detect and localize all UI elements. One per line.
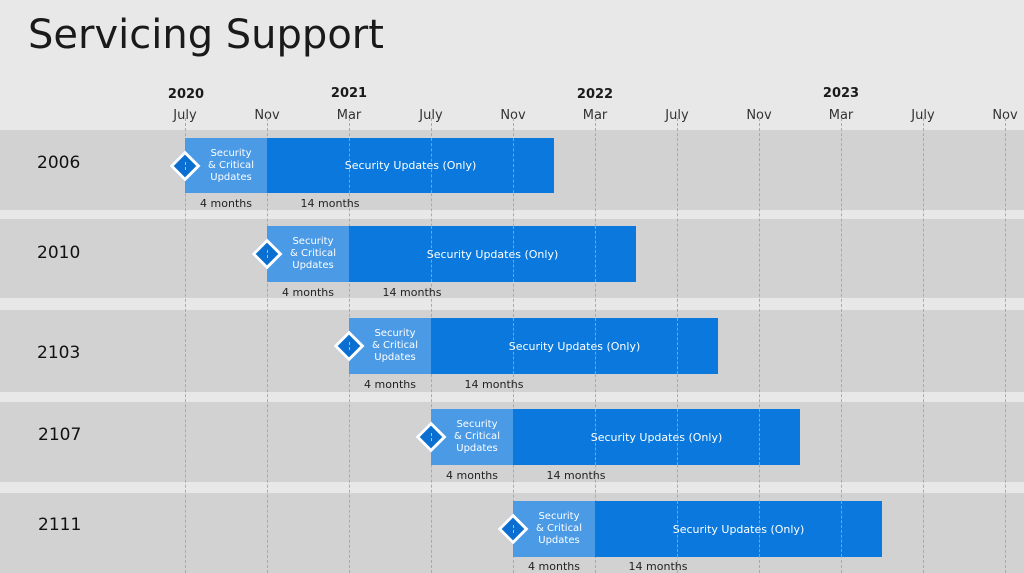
bar-gridline bbox=[677, 501, 678, 557]
duration-label: 4 months bbox=[446, 469, 498, 482]
phase-label: Security Updates (Only) bbox=[426, 247, 559, 261]
bar-gridline bbox=[677, 409, 678, 465]
duration-label: 14 months bbox=[382, 286, 442, 299]
phase-label: Security & Critical Updates bbox=[362, 328, 418, 364]
bar-gridline bbox=[595, 409, 596, 465]
milestone-marker-line bbox=[513, 525, 514, 533]
milestone-marker-line bbox=[267, 250, 268, 258]
duration-label: 4 months bbox=[200, 197, 252, 210]
phase-label: Security Updates (Only) bbox=[508, 339, 641, 353]
phase-label: Security Updates (Only) bbox=[590, 430, 723, 444]
page-title: Servicing Support bbox=[28, 12, 384, 58]
bar-gridline bbox=[431, 138, 432, 193]
phase-label-line: Updates bbox=[292, 260, 334, 271]
year-label: 2021 bbox=[330, 86, 368, 101]
duration-label: 14 months bbox=[628, 560, 688, 573]
bar-gridline bbox=[759, 501, 760, 557]
phase-label-line: & Critical bbox=[454, 431, 500, 442]
version-label: 2006 bbox=[37, 153, 81, 173]
version-label: 2107 bbox=[38, 425, 82, 445]
duration-label: 14 months bbox=[300, 197, 360, 210]
duration-label: 4 months bbox=[528, 560, 580, 573]
gridline bbox=[1005, 118, 1006, 573]
version-label: 2111 bbox=[38, 515, 82, 535]
milestone-marker-line bbox=[185, 162, 186, 170]
phase-label-line: Security bbox=[292, 236, 334, 247]
bar-gridline bbox=[513, 226, 514, 282]
duration-label: 4 months bbox=[282, 286, 334, 299]
year-label: 2020 bbox=[167, 87, 205, 102]
phase-bar-security-only[interactable]: Security Updates (Only) bbox=[595, 501, 882, 557]
phase-label-line: & Critical bbox=[372, 340, 418, 351]
phase-label-line: Security bbox=[210, 147, 252, 159]
phase-label-line: Security bbox=[538, 511, 580, 522]
phase-label-line: Security bbox=[374, 328, 416, 339]
phase-bar-security-only[interactable]: Security Updates (Only) bbox=[431, 318, 718, 374]
duration-label: 14 months bbox=[546, 469, 606, 482]
year-label: 2022 bbox=[576, 87, 614, 102]
phase-label-line: Security bbox=[456, 419, 498, 430]
phase-label-line: & Critical bbox=[536, 523, 582, 534]
milestone-marker-line bbox=[349, 342, 350, 350]
phase-label-line: Updates bbox=[538, 535, 580, 546]
phase-label: Security Updates (Only) bbox=[344, 159, 477, 172]
duration-label: 4 months bbox=[364, 378, 416, 391]
phase-bar-security-only[interactable]: Security Updates (Only) bbox=[349, 226, 636, 282]
servicing-support-chart: Servicing Support 2020 2021 2022 2023 July No… bbox=[0, 0, 1024, 573]
phase-label: Security & Critical Updates bbox=[198, 148, 254, 184]
phase-label: Security & Critical Updates bbox=[280, 236, 336, 272]
bar-gridline bbox=[513, 138, 514, 193]
year-label: 2023 bbox=[822, 86, 860, 101]
phase-label-line: Updates bbox=[456, 443, 498, 454]
bar-gridline bbox=[677, 318, 678, 374]
bar-gridline bbox=[595, 318, 596, 374]
bar-gridline bbox=[513, 318, 514, 374]
bar-gridline bbox=[759, 409, 760, 465]
bar-gridline bbox=[431, 226, 432, 282]
phase-label: Security & Critical Updates bbox=[444, 419, 500, 455]
phase-label: Security & Critical Updates bbox=[526, 511, 582, 547]
phase-bar-security-only[interactable]: Security Updates (Only) bbox=[513, 409, 800, 465]
bar-gridline bbox=[595, 226, 596, 282]
phase-label-line: & Critical bbox=[290, 248, 336, 259]
phase-label: Security Updates (Only) bbox=[672, 522, 805, 536]
duration-label: 14 months bbox=[464, 378, 524, 391]
version-label: 2103 bbox=[37, 343, 81, 363]
phase-label-line: & Critical bbox=[208, 159, 254, 171]
phase-label-line: Updates bbox=[210, 171, 252, 183]
phase-label-line: Updates bbox=[374, 352, 416, 363]
phase-bar-security-only[interactable]: Security Updates (Only) bbox=[267, 138, 554, 193]
version-label: 2010 bbox=[37, 243, 81, 263]
milestone-marker-line bbox=[431, 433, 432, 441]
bar-gridline bbox=[349, 138, 350, 193]
gridline bbox=[923, 118, 924, 573]
bar-gridline bbox=[841, 501, 842, 557]
